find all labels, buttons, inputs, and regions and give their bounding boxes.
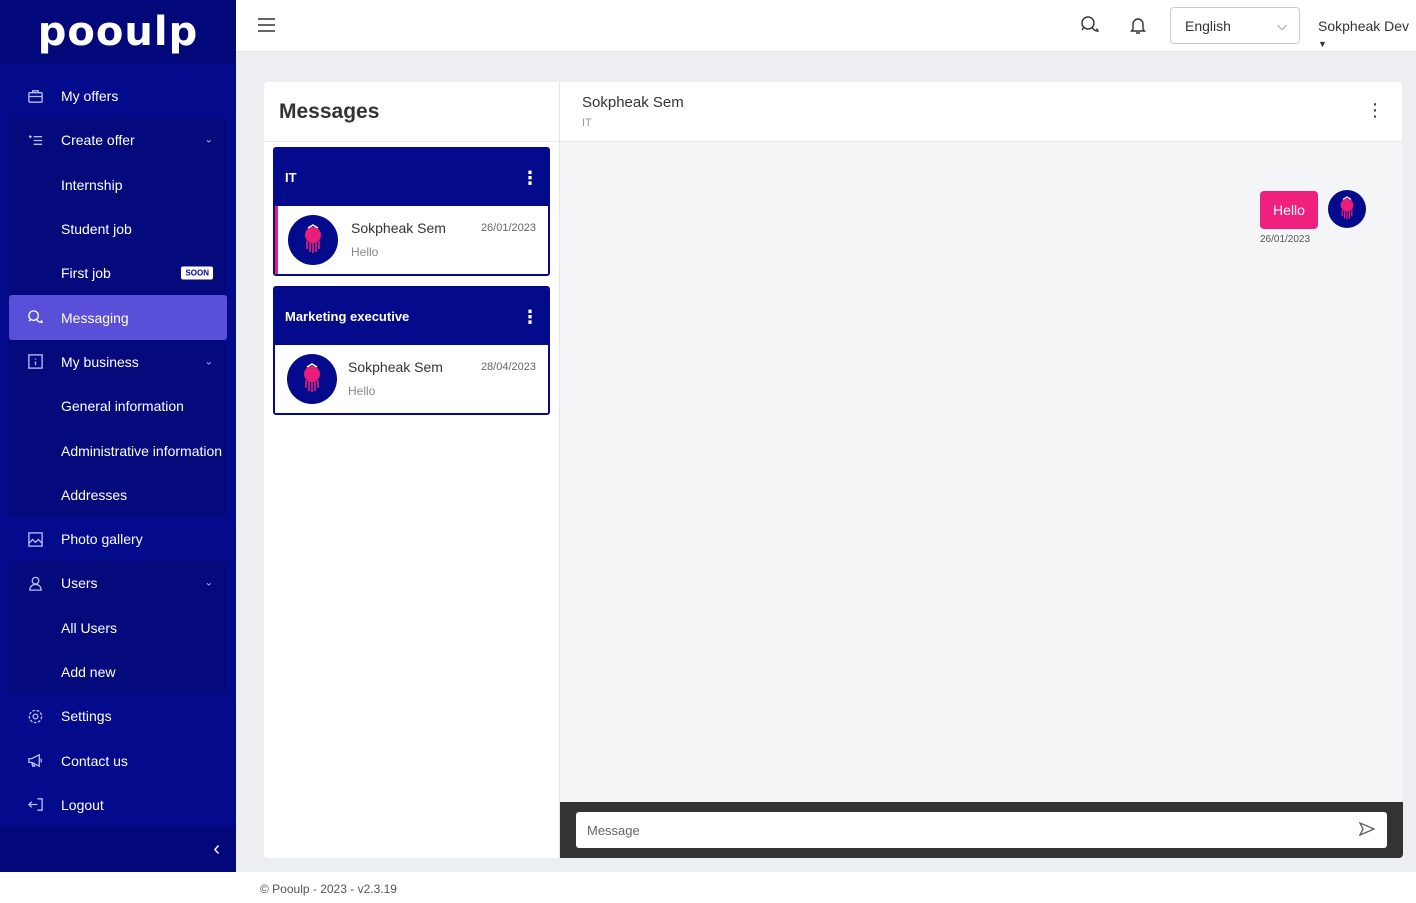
language-select[interactable]: English ⌵ [1170, 7, 1300, 44]
soon-badge: SOON [181, 266, 213, 280]
footer-copyright: © Pooulp - 2023 - v2.3.19 [260, 882, 397, 896]
sidebar-item-general-information[interactable]: General information [9, 384, 227, 428]
avatar [1328, 190, 1366, 228]
more-vertical-icon[interactable]: ⋮ [521, 308, 539, 326]
sidebar-item-first-job[interactable]: First job SOON [9, 251, 227, 295]
chevron-left-icon: ‹ [213, 837, 220, 860]
logout-icon [26, 796, 44, 814]
conversation-item[interactable]: Sokpheak Sem 26/01/2023 Hello [275, 206, 548, 274]
sidebar-item-messaging[interactable]: Messaging [9, 295, 227, 340]
chat-header: Sokpheak Sem IT ⋮ [560, 82, 1402, 142]
messages-panel: Messages IT ⋮ Sokpheak Sem 26/01/2023 He… [264, 82, 559, 858]
sidebar-item-logout[interactable]: Logout [9, 783, 227, 827]
create-offer-group: Create offer ⌄ Internship Student job Fi… [9, 118, 227, 296]
chat-contact-subtitle: IT [582, 117, 592, 129]
gear-icon [26, 707, 44, 725]
conversation-group-title: Marketing executive [285, 309, 410, 324]
sidebar-item-label: Addresses [61, 486, 128, 503]
messages-title: Messages [264, 82, 559, 142]
my-business-group: My business ⌄ General information Admini… [9, 339, 227, 517]
sidebar-item-label: Student job [61, 221, 132, 238]
language-value: English [1185, 17, 1231, 34]
conversation-card-marketing: Marketing executive ⋮ Sokpheak Sem 28/04… [273, 286, 550, 415]
sidebar-item-all-users[interactable]: All Users [9, 606, 227, 650]
user-menu[interactable]: Sokpheak Dev ▼ [1318, 18, 1416, 50]
sidebar-item-settings[interactable]: Settings [9, 694, 227, 738]
sidebar-item-label: Users [61, 575, 98, 592]
sidebar-item-student-job[interactable]: Student job [9, 207, 227, 251]
chat-panel: Sokpheak Sem IT ⋮ Hello 26/01/2023 [559, 82, 1403, 858]
footer: © Pooulp - 2023 - v2.3.19 [0, 872, 1416, 903]
sidebar-item-create-offer[interactable]: Create offer ⌄ [9, 118, 227, 162]
list-add-icon [26, 131, 44, 149]
chat-contact-name: Sokpheak Sem [582, 94, 684, 111]
hamburger-icon[interactable] [258, 18, 275, 32]
sidebar: pooulp My offers Create offer ⌄ Internsh… [0, 0, 236, 872]
sidebar-item-label: Logout [61, 796, 104, 813]
conversation-date: 26/01/2023 [480, 222, 536, 234]
sidebar-item-label: Photo gallery [61, 531, 143, 548]
users-group: Users ⌄ All Users Add new [9, 561, 227, 695]
logo-text: pooulp [37, 9, 199, 55]
conversation-name: Sokpheak Sem [348, 359, 443, 375]
sidebar-nav: My offers Create offer ⌄ Internship Stud… [0, 64, 236, 827]
sidebar-item-label: First job [61, 265, 111, 282]
chevron-down-icon: ⌄ [204, 577, 213, 589]
sidebar-item-label: My offers [61, 88, 119, 105]
sidebar-item-label: All Users [61, 619, 118, 636]
user-name: Sokpheak Dev [1318, 18, 1410, 34]
chevron-down-icon: ⌄ [204, 134, 213, 146]
chat-icon [26, 309, 44, 327]
conversation-item[interactable]: Sokpheak Sem 28/04/2023 Hello [275, 345, 548, 413]
conversation-group-header[interactable]: IT ⋮ [275, 149, 548, 206]
message-composer [560, 802, 1403, 858]
conversation-card-it: IT ⋮ Sokpheak Sem 26/01/2023 Hello [273, 147, 550, 276]
sidebar-item-administrative-information[interactable]: Administrative information [9, 428, 227, 472]
caret-down-icon: ▼ [1318, 39, 1327, 49]
conversation-last-message: Hello [348, 384, 376, 398]
sidebar-item-label: General information [61, 398, 184, 415]
sidebar-item-contact-us[interactable]: Contact us [9, 738, 227, 782]
sidebar-item-label: Administrative information [61, 442, 223, 459]
sidebar-item-my-business[interactable]: My business ⌄ [9, 340, 227, 384]
sidebar-item-label: Contact us [61, 752, 128, 769]
sidebar-item-addresses[interactable]: Addresses [9, 473, 227, 517]
briefcase-icon [26, 87, 44, 105]
send-icon[interactable] [1358, 821, 1377, 839]
user-icon [26, 574, 44, 592]
message-bubble: Hello [1260, 191, 1318, 229]
chevron-down-icon: ⌄ [204, 356, 213, 368]
conversation-group-header[interactable]: Marketing executive ⋮ [275, 288, 548, 345]
info-box-icon [26, 353, 44, 371]
conversation-group-title: IT [285, 170, 297, 185]
sidebar-item-label: Internship [61, 176, 123, 193]
sidebar-item-label: My business [61, 353, 139, 370]
logo[interactable]: pooulp [0, 0, 236, 64]
conversation-name: Sokpheak Sem [351, 220, 446, 236]
collapse-sidebar-button[interactable]: ‹ [0, 826, 236, 872]
more-vertical-icon[interactable]: ⋮ [521, 169, 539, 187]
conversation-last-message: Hello [351, 245, 379, 259]
sidebar-item-my-offers[interactable]: My offers [9, 74, 227, 118]
chat-icon[interactable] [1079, 14, 1101, 36]
sidebar-item-label: Add new [61, 664, 116, 680]
sidebar-item-internship[interactable]: Internship [9, 163, 227, 207]
avatar [288, 215, 338, 265]
message-date: 26/01/2023 [1260, 234, 1311, 245]
avatar [287, 354, 337, 404]
sidebar-item-label: Messaging [61, 309, 129, 326]
conversation-date: 28/04/2023 [480, 361, 536, 373]
sidebar-item-photo-gallery[interactable]: Photo gallery [9, 517, 227, 561]
image-icon [26, 530, 44, 548]
sidebar-item-label: Settings [61, 708, 112, 725]
chevron-down-icon: ⌵ [1277, 18, 1287, 33]
sidebar-item-label: Create offer [61, 132, 135, 149]
sidebar-item-users[interactable]: Users ⌄ [9, 561, 227, 605]
megaphone-icon [26, 752, 44, 770]
bell-icon[interactable] [1127, 14, 1149, 36]
sidebar-item-add-new[interactable]: Add new [9, 650, 227, 694]
more-vertical-icon[interactable]: ⋮ [1366, 101, 1384, 119]
message-input[interactable] [576, 812, 1387, 848]
topbar: English ⌵ Sokpheak Dev ▼ [236, 0, 1416, 52]
